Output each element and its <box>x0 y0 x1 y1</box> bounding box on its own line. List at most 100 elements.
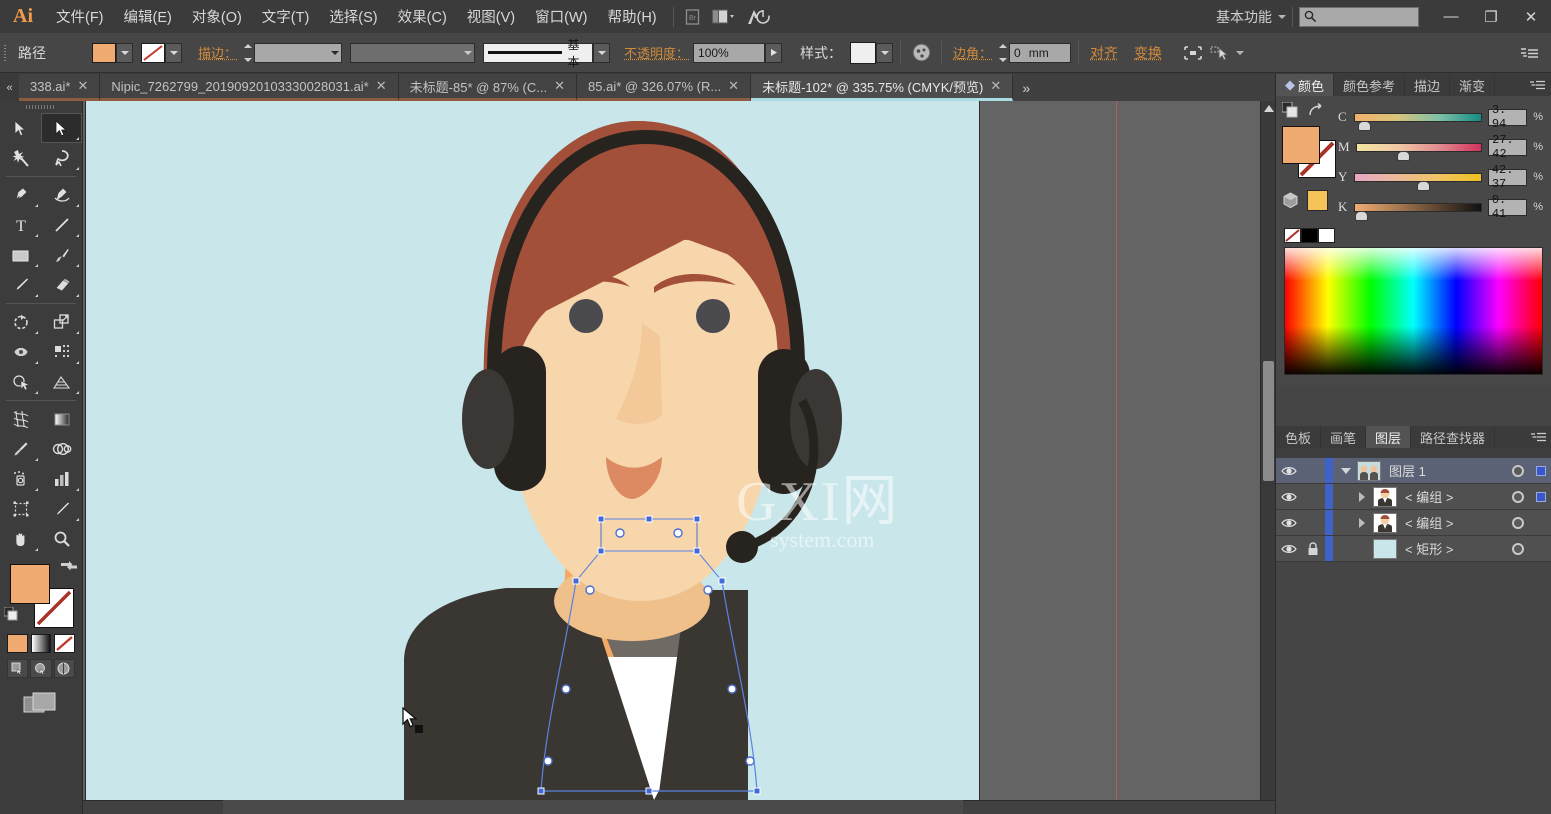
c-value-field[interactable]: 3. 94 <box>1487 103 1528 131</box>
layer-row-0[interactable]: 图层 1 <box>1276 458 1551 484</box>
adobe-stock-icon[interactable] <box>740 6 776 28</box>
free-transform-tool[interactable] <box>41 337 82 367</box>
panel-tab-stroke[interactable]: 描边 <box>1405 74 1451 96</box>
tab-close-icon[interactable]: ✕ <box>554 78 565 94</box>
shape-builder-tool[interactable] <box>0 367 41 397</box>
symbol-sprayer-tool[interactable] <box>0 464 41 494</box>
draw-normal-mode-button[interactable] <box>7 659 29 678</box>
brush-definition-select[interactable]: 基本 <box>483 38 594 69</box>
none-mode-button[interactable] <box>54 634 75 653</box>
artboard[interactable]: GXI网 system.com <box>86 101 979 800</box>
fill-swatch[interactable] <box>92 42 116 63</box>
direct-selection-tool[interactable] <box>41 113 82 143</box>
type-tool[interactable]: T <box>0 210 41 240</box>
gradient-mode-button[interactable] <box>30 634 51 653</box>
line-segment-tool[interactable] <box>41 210 82 240</box>
menu-file[interactable]: 文件(F) <box>46 0 114 33</box>
scale-tool[interactable] <box>41 307 82 337</box>
layer-name[interactable]: < 编组 > <box>1405 487 1506 506</box>
color-spectrum-ramp[interactable] <box>1284 247 1543 375</box>
tab-close-icon[interactable]: ✕ <box>990 78 1001 94</box>
swap-colors-icon[interactable] <box>1308 102 1324 118</box>
pen-tool[interactable] <box>0 180 41 210</box>
color-mode-button[interactable] <box>7 634 28 653</box>
eye-icon[interactable] <box>1276 543 1301 555</box>
change-screen-mode[interactable] <box>0 678 82 716</box>
expand-triangle-icon[interactable] <box>1351 517 1373 528</box>
panel-collapse-icon[interactable]: ◆ <box>1285 77 1295 93</box>
control-bar-grip[interactable] <box>0 33 10 73</box>
out-of-gamut-swatch[interactable] <box>1307 190 1328 211</box>
tab-close-icon[interactable]: ✕ <box>728 78 739 94</box>
workspace-switcher[interactable]: 基本功能 <box>1210 7 1278 27</box>
canvas-vertical-scrollbar[interactable] <box>1260 101 1275 800</box>
panel-tab-brushes[interactable]: 画笔 <box>1321 426 1367 448</box>
stroke-label[interactable]: 描边： <box>194 43 241 62</box>
k-value-field[interactable]: 0. 41 <box>1487 193 1528 221</box>
k-slider-knob[interactable] <box>1355 210 1369 221</box>
panel-tab-swatches[interactable]: 色板 <box>1276 426 1322 448</box>
select-similar-dropdown-icon[interactable] <box>1236 50 1245 55</box>
canvas-area[interactable]: GXI网 system.com <box>83 101 1275 814</box>
stroke-profile-select[interactable] <box>350 42 476 63</box>
selection-indicator[interactable] <box>1530 491 1551 502</box>
draw-behind-mode-button[interactable] <box>30 659 52 678</box>
bridge-icon[interactable]: Br <box>680 6 706 28</box>
slice-tool[interactable] <box>41 494 82 524</box>
panel-tab-color[interactable]: ◆ 颜色 <box>1276 74 1335 96</box>
fill-stroke-mini-icon[interactable] <box>1282 102 1300 118</box>
stroke-weight-stepper[interactable] <box>241 43 254 63</box>
panel-tab-color-guide[interactable]: 颜色参考 <box>1334 74 1406 96</box>
document-tab-4[interactable]: 未标题-102* @ 335.75% (CMYK/预览) ✕ <box>751 74 1014 101</box>
default-fill-stroke-icon[interactable] <box>3 606 19 627</box>
panel-menu-icon[interactable] <box>1517 41 1543 65</box>
recolor-artwork-icon[interactable] <box>908 41 934 65</box>
brush-definition-dropdown[interactable] <box>593 42 611 63</box>
m-slider-knob[interactable] <box>1396 150 1410 161</box>
lock-icon[interactable] <box>1301 541 1325 556</box>
corner-stepper[interactable] <box>996 43 1009 63</box>
eraser-tool[interactable] <box>41 270 82 300</box>
fill-dropdown[interactable] <box>116 42 133 63</box>
selection-tool[interactable] <box>0 113 41 143</box>
hand-tool[interactable] <box>0 524 41 554</box>
close-button[interactable]: ✕ <box>1511 0 1551 33</box>
status-bar[interactable] <box>223 800 963 814</box>
c-slider-knob[interactable] <box>1358 120 1372 131</box>
pencil-tool[interactable] <box>0 270 41 300</box>
y-slider[interactable] <box>1354 172 1482 191</box>
corner-field[interactable]: 0 mm <box>1009 42 1072 63</box>
graphic-style-dropdown[interactable] <box>876 42 894 63</box>
opacity-label[interactable]: 不透明度： <box>620 43 693 62</box>
isolate-selected-icon[interactable] <box>1180 41 1206 65</box>
eye-icon[interactable] <box>1276 491 1301 503</box>
select-similar-objects-icon[interactable] <box>1206 41 1236 65</box>
arrange-documents-icon[interactable] <box>706 6 740 28</box>
perspective-grid-tool[interactable] <box>41 367 82 397</box>
scroll-up-icon[interactable] <box>1264 105 1274 112</box>
tab-scroll-left-icon[interactable]: « <box>0 74 19 101</box>
layer-row-3[interactable]: < 矩形 > <box>1276 536 1551 562</box>
layer-row-2[interactable]: < 编组 > <box>1276 510 1551 536</box>
eye-icon[interactable] <box>1276 465 1301 477</box>
graphic-style-swatch[interactable] <box>850 41 877 64</box>
expand-triangle-icon[interactable] <box>1335 467 1357 475</box>
tools-panel-grip[interactable] <box>0 101 82 113</box>
menu-help[interactable]: 帮助(H) <box>597 0 666 33</box>
target-circle-icon[interactable] <box>1506 542 1530 555</box>
scroll-thumb[interactable] <box>1263 361 1274 481</box>
menu-type[interactable]: 文字(T) <box>252 0 320 33</box>
swap-fill-stroke-icon[interactable] <box>61 560 79 577</box>
layer-name[interactable]: < 矩形 > <box>1405 539 1506 558</box>
toolbar-fill-swatch[interactable] <box>10 564 50 604</box>
stroke-dropdown[interactable] <box>165 42 182 63</box>
opacity-flyout[interactable] <box>765 42 783 63</box>
layer-row-1[interactable]: < 编组 > <box>1276 484 1551 510</box>
expand-triangle-icon[interactable] <box>1351 491 1373 502</box>
layer-name[interactable]: < 编组 > <box>1405 513 1506 532</box>
black-swatch[interactable] <box>1301 228 1318 243</box>
tab-close-icon[interactable]: ✕ <box>376 78 387 94</box>
panel-tab-pathfinder[interactable]: 路径查找器 <box>1411 426 1496 448</box>
column-graph-tool[interactable] <box>41 464 82 494</box>
gradient-tool[interactable] <box>41 404 82 434</box>
